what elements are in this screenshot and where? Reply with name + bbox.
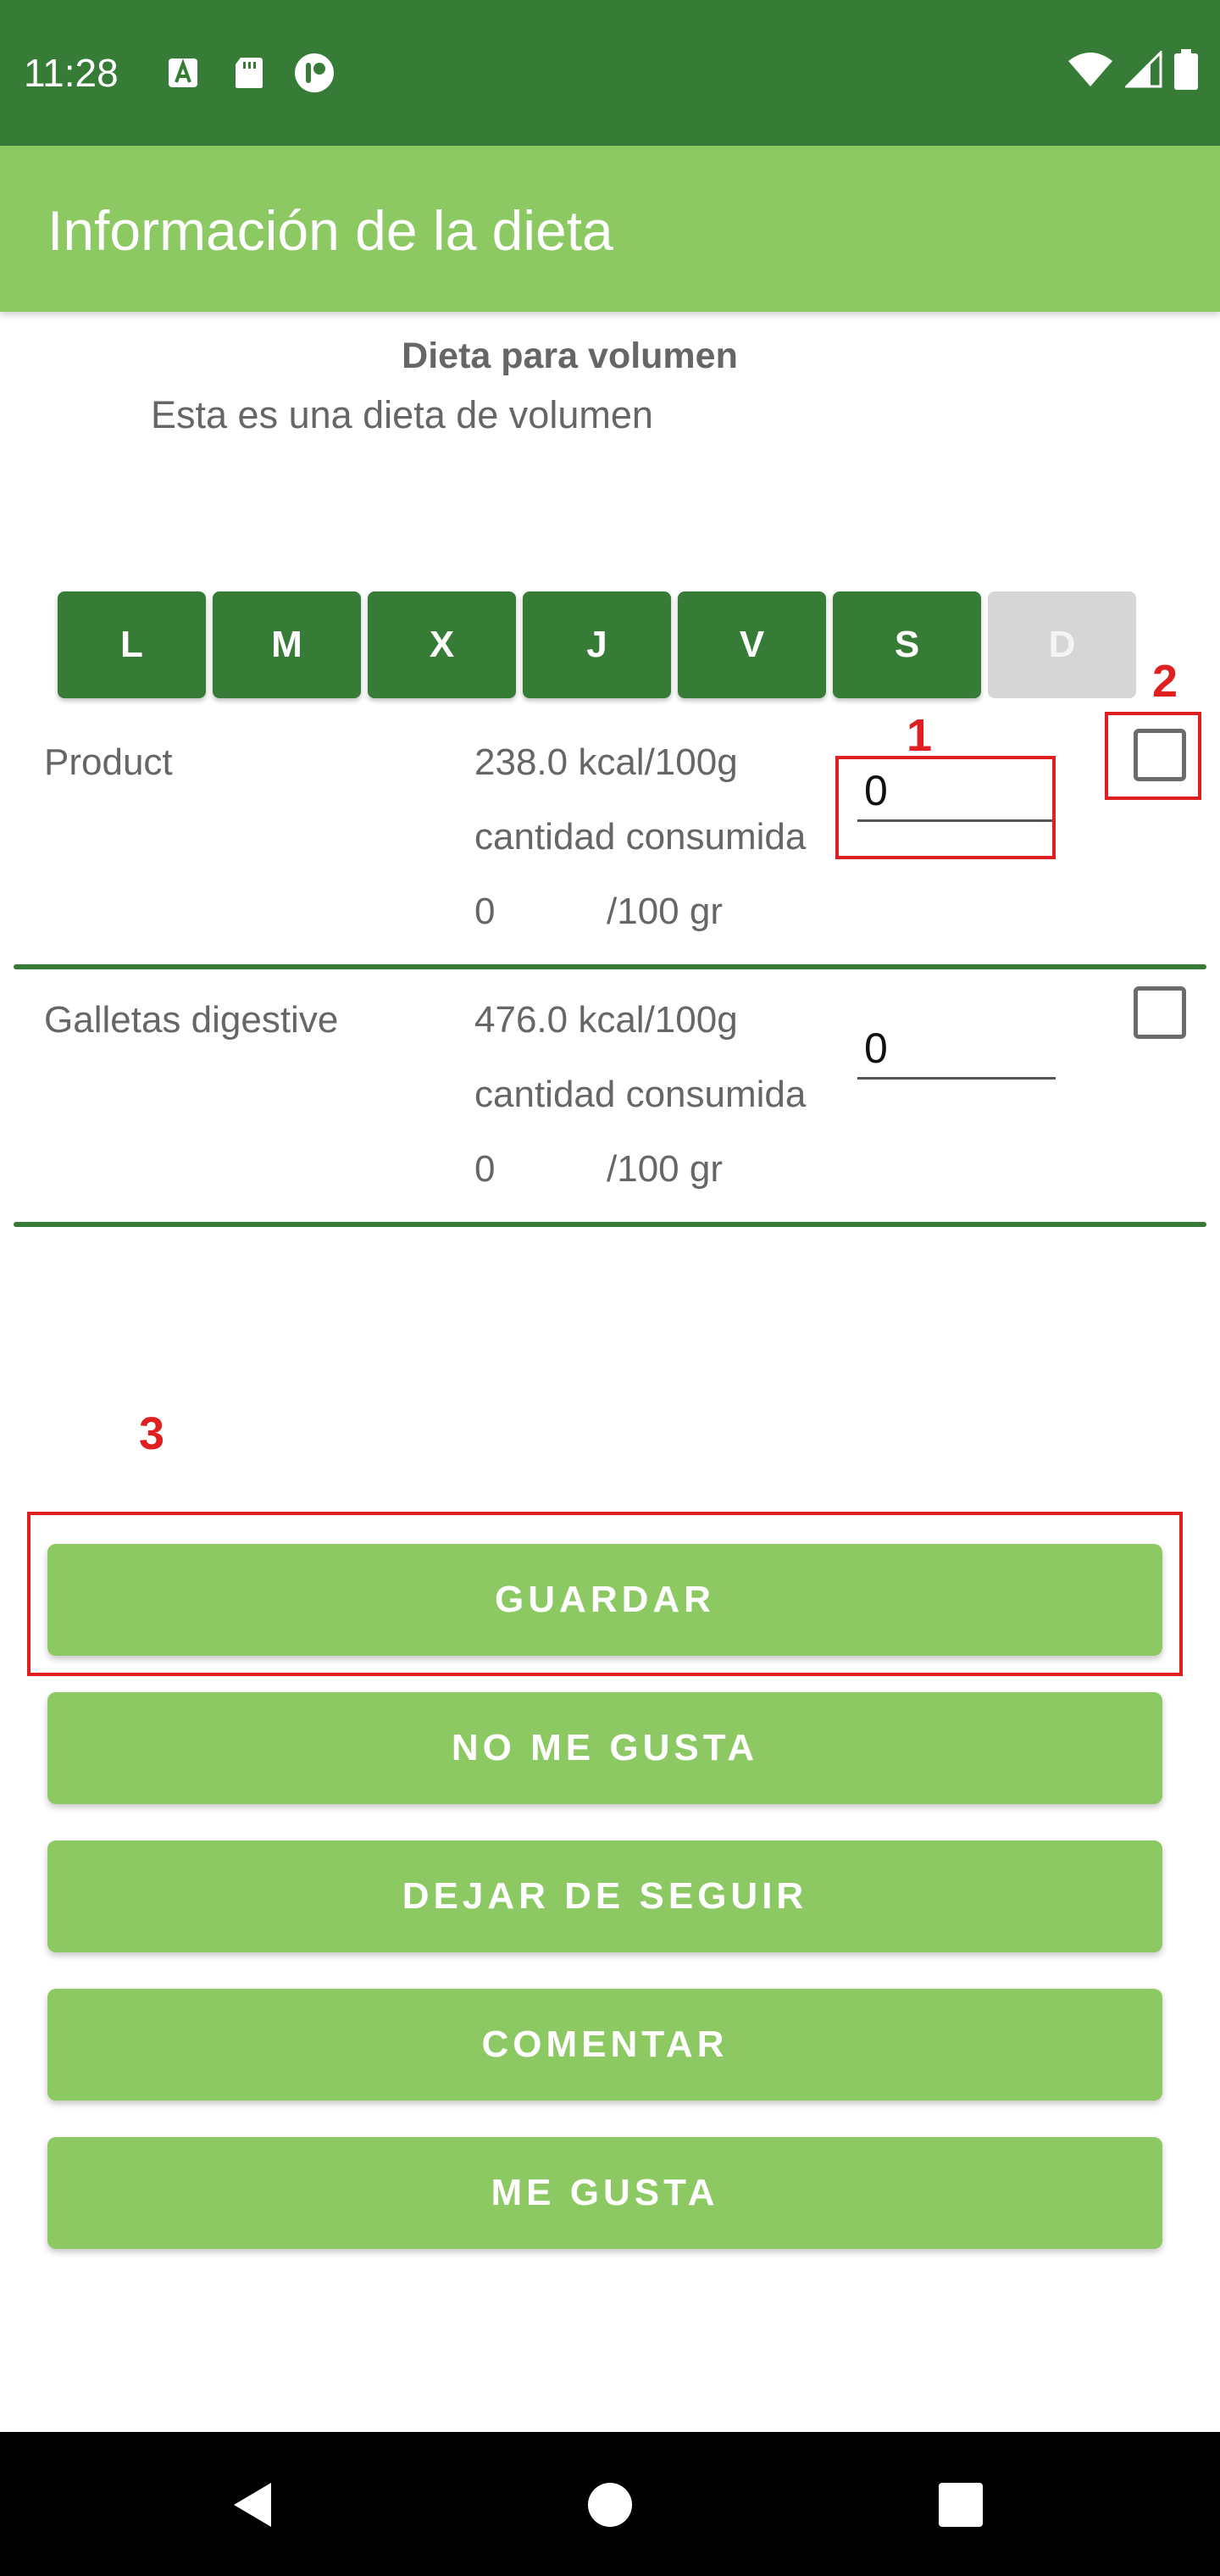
home-icon[interactable] bbox=[585, 2479, 635, 2530]
annotation-number-1: 1 bbox=[907, 710, 933, 761]
dislike-button[interactable]: NO ME GUSTA bbox=[47, 1692, 1162, 1804]
notification-app-icon bbox=[295, 53, 334, 92]
day-button-j[interactable]: J bbox=[523, 591, 671, 698]
wifi-icon bbox=[1068, 53, 1112, 86]
row-divider bbox=[14, 1222, 1206, 1227]
recents-icon[interactable] bbox=[937, 2481, 984, 2529]
day-button-v[interactable]: V bbox=[678, 591, 826, 698]
consumed-label: cantidad consumida bbox=[474, 816, 807, 858]
annotation-box-2 bbox=[1105, 712, 1201, 800]
day-button-m[interactable]: M bbox=[213, 591, 361, 698]
per-unit-label: /100 gr bbox=[607, 1148, 723, 1190]
status-bar: 11:28 bbox=[0, 0, 1220, 146]
text-a-icon bbox=[169, 58, 197, 87]
list-item: Galletas digestive 476.0 kcal/100g canti… bbox=[14, 971, 1206, 1227]
consumed-amount: 0 bbox=[474, 891, 496, 932]
quantity-input[interactable] bbox=[857, 1019, 1056, 1080]
cell-signal-icon bbox=[1125, 51, 1162, 88]
food-checkbox[interactable] bbox=[1134, 986, 1186, 1039]
annotation-box-1 bbox=[835, 756, 1056, 859]
navigation-bar bbox=[0, 2432, 1220, 2576]
food-kcal: 238.0 kcal/100g bbox=[474, 741, 738, 783]
back-icon[interactable] bbox=[229, 2479, 280, 2530]
row-divider bbox=[14, 964, 1206, 969]
per-unit-label: /100 gr bbox=[607, 891, 723, 932]
day-button-l[interactable]: L bbox=[58, 591, 206, 698]
day-button-s[interactable]: S bbox=[833, 591, 981, 698]
save-button[interactable]: GUARDAR bbox=[47, 1544, 1162, 1656]
unfollow-button[interactable]: DEJAR DE SEGUIR bbox=[47, 1840, 1162, 1952]
day-button-x[interactable]: X bbox=[368, 591, 516, 698]
annotation-number-2: 2 bbox=[1152, 656, 1178, 707]
day-button-d[interactable]: D bbox=[988, 591, 1136, 698]
battery-icon bbox=[1174, 49, 1198, 90]
day-selector: L M X J V S D bbox=[58, 591, 1136, 698]
status-right-icons bbox=[1068, 49, 1198, 90]
food-name: Galletas digestive bbox=[44, 999, 339, 1041]
like-button[interactable]: ME GUSTA bbox=[47, 2137, 1162, 2249]
diet-description: Esta es una dieta de volumen bbox=[151, 393, 653, 436]
sd-card-icon bbox=[236, 58, 263, 88]
food-kcal: 476.0 kcal/100g bbox=[474, 999, 738, 1041]
diet-name: Dieta para volumen bbox=[402, 336, 738, 376]
comment-button[interactable]: COMENTAR bbox=[47, 1989, 1162, 2101]
app-bar: Información de la dieta bbox=[0, 146, 1220, 312]
consumed-label: cantidad consumida bbox=[474, 1074, 807, 1115]
food-name: Product bbox=[44, 741, 173, 783]
page-title: Información de la dieta bbox=[47, 199, 613, 262]
status-time: 11:28 bbox=[24, 51, 119, 95]
consumed-amount: 0 bbox=[474, 1148, 496, 1190]
annotation-number-3: 3 bbox=[139, 1408, 165, 1459]
